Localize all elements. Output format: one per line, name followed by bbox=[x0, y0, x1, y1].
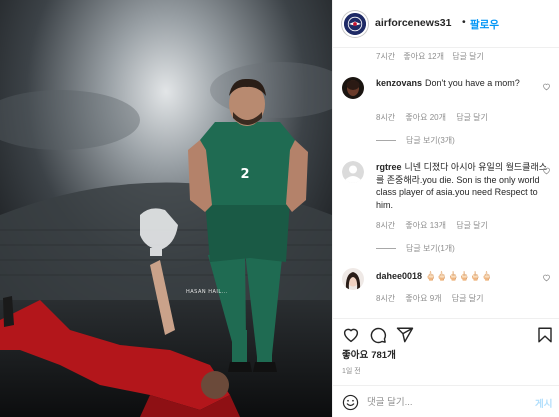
post-header: airforcenews31 • 팔로우 bbox=[333, 0, 559, 48]
svg-text:2: 2 bbox=[240, 167, 249, 182]
view-replies-button[interactable]: 답글 보기(3개) bbox=[376, 135, 455, 146]
emoji-icon[interactable] bbox=[342, 394, 359, 411]
reply-button[interactable]: 답글 달기 bbox=[452, 52, 484, 61]
comment-input[interactable] bbox=[367, 394, 517, 410]
comment-like-heart-icon[interactable] bbox=[542, 166, 551, 175]
view-replies-label: 답글 보기(3개) bbox=[406, 136, 455, 145]
add-comment-bar: 게시 bbox=[333, 385, 559, 417]
commenter-username[interactable]: dahee0018 bbox=[376, 271, 422, 281]
commenter-username[interactable]: kenzovans bbox=[376, 78, 422, 88]
view-replies-label: 답글 보기(1개) bbox=[406, 244, 455, 253]
heart-icon[interactable] bbox=[342, 326, 360, 344]
comment-time: 8시간 bbox=[376, 221, 396, 230]
post-comment-button[interactable]: 게시 bbox=[535, 396, 552, 410]
avatar-photo-icon bbox=[342, 268, 364, 290]
post-photo-artwork: 2 bbox=[0, 0, 332, 417]
follow-button[interactable]: 팔로우 bbox=[470, 17, 499, 32]
comment-time: 8시간 bbox=[376, 294, 396, 303]
comment-meta: 8시간 좋아요 9개 답글 달기 bbox=[376, 293, 491, 304]
header-separator: • bbox=[462, 16, 466, 28]
like-count-value: 781개 bbox=[371, 350, 396, 361]
comment-meta: 8시간 좋아요 13개 답글 달기 bbox=[376, 220, 496, 231]
post-timestamp: 1일 전 bbox=[342, 368, 361, 375]
bookmark-icon[interactable] bbox=[536, 326, 554, 344]
commenter-avatar[interactable] bbox=[342, 77, 364, 99]
air-force-emblem-icon bbox=[344, 13, 366, 35]
author-avatar[interactable] bbox=[342, 11, 368, 37]
reply-button[interactable]: 답글 달기 bbox=[456, 221, 488, 230]
reply-button[interactable]: 답글 달기 bbox=[452, 294, 484, 303]
comment-like-heart-icon[interactable] bbox=[542, 82, 551, 91]
comment-like-heart-icon[interactable] bbox=[542, 273, 551, 282]
replies-divider bbox=[376, 248, 396, 249]
share-icon[interactable] bbox=[396, 326, 414, 344]
author-username[interactable]: airforcenews31 bbox=[375, 17, 451, 29]
view-replies-button[interactable]: 답글 보기(1개) bbox=[376, 243, 455, 254]
commenter-username[interactable]: rgtree bbox=[376, 162, 402, 172]
like-count[interactable]: 좋아요 781개 bbox=[342, 347, 396, 361]
comment-likes[interactable]: 좋아요 9개 bbox=[405, 294, 441, 303]
comment-icon[interactable] bbox=[369, 326, 387, 344]
comment-meta: 8시간 좋아요 20개 답글 달기 bbox=[376, 112, 496, 123]
comment-time: 8시간 bbox=[376, 113, 396, 122]
comment-text: 🖕🏻🖕🏻🖕🏻🖕🏻🖕🏻🖕🏻 bbox=[425, 271, 493, 281]
post-action-bar bbox=[333, 318, 559, 348]
default-avatar-icon bbox=[342, 161, 364, 183]
comment-text: Don't you have a mom? bbox=[425, 78, 520, 88]
comment-likes[interactable]: 좋아요 20개 bbox=[405, 113, 446, 122]
previous-comment-meta: 7시간 좋아요 12개 답글 달기 bbox=[376, 51, 490, 62]
comment-time: 7시간 bbox=[376, 52, 396, 61]
photo-credit-text: HASAN HAIL... bbox=[186, 289, 228, 295]
comment-likes[interactable]: 좋아요 12개 bbox=[403, 52, 444, 61]
replies-divider bbox=[376, 140, 396, 141]
commenter-avatar[interactable] bbox=[342, 161, 364, 183]
post-photo[interactable]: 2 HASAN HAIL... bbox=[0, 0, 332, 417]
commenter-avatar[interactable] bbox=[342, 268, 364, 290]
avatar-photo-icon bbox=[342, 77, 364, 99]
post-sidebar: airforcenews31 • 팔로우 7시간 좋아요 12개 답글 달기 k… bbox=[332, 0, 559, 417]
like-count-label: 좋아요 bbox=[342, 350, 369, 361]
reply-button[interactable]: 답글 달기 bbox=[456, 113, 488, 122]
comment-likes[interactable]: 좋아요 13개 bbox=[405, 221, 446, 230]
